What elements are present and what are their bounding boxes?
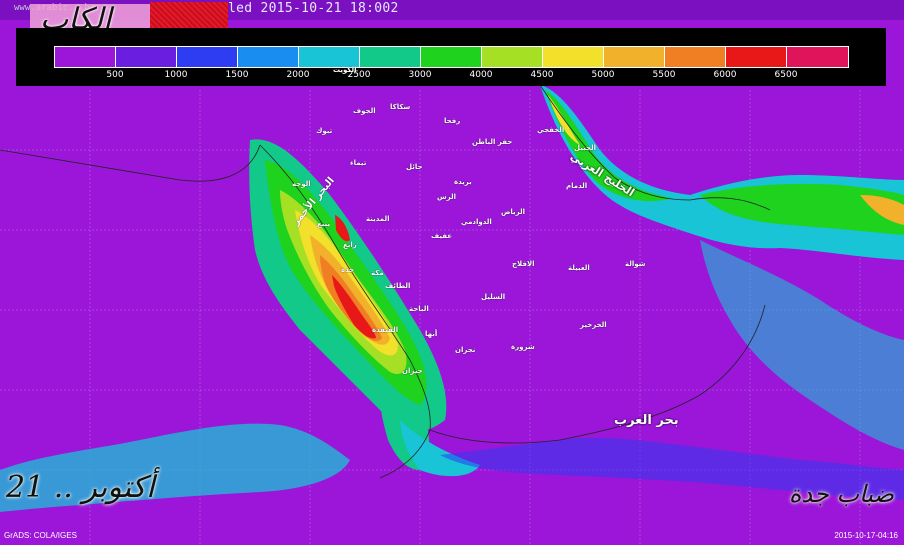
legend-tick-label: 1500 bbox=[225, 70, 249, 80]
legend-tick-label: 5500 bbox=[652, 70, 676, 80]
city-label-arrass: الرس bbox=[437, 193, 457, 201]
legend-tick-label: 500 bbox=[106, 70, 124, 80]
city-label-ubaylah: العبيلة bbox=[568, 264, 590, 272]
legend-color-bar bbox=[54, 46, 849, 68]
city-label-taif: الطائف bbox=[385, 282, 411, 290]
legend-swatch bbox=[787, 47, 848, 67]
legend-tick-label: 5000 bbox=[591, 70, 615, 80]
legend-swatch bbox=[177, 47, 238, 67]
legend-swatch bbox=[299, 47, 360, 67]
city-label-madinah: المدينة bbox=[366, 215, 390, 223]
city-label-rabigh: رابغ bbox=[343, 241, 357, 249]
city-label-najran: نجران bbox=[455, 346, 476, 354]
city-label-hail: حائل bbox=[406, 163, 423, 171]
city-label-yanbu: ينبع bbox=[317, 220, 331, 228]
city-label-sharurah: شرورة bbox=[511, 343, 535, 351]
city-label-riyadh: الرياض bbox=[501, 208, 526, 216]
city-label-makkah: مكة bbox=[371, 269, 384, 277]
city-label-kharkhir: الخرخير bbox=[580, 321, 607, 329]
city-label-rafha: رفحا bbox=[444, 117, 461, 125]
fog-caption: ضباب جدة bbox=[788, 480, 894, 508]
legend-swatch bbox=[482, 47, 543, 67]
city-label-kuwait: الكويت bbox=[333, 66, 357, 74]
city-label-abha: أبها bbox=[425, 330, 438, 338]
city-label-aljouf: الجوف bbox=[353, 107, 376, 115]
city-label-afif: عفيف bbox=[431, 232, 453, 240]
city-label-shawalah: شوالة bbox=[625, 260, 646, 268]
header-title: led 2015-10-21 18:002 bbox=[228, 1, 399, 16]
legend-tick-label: 6000 bbox=[713, 70, 737, 80]
city-label-aflaj: الافلاج bbox=[512, 260, 535, 268]
legend-tick-label: 4000 bbox=[469, 70, 493, 80]
legend-tick-label: 4500 bbox=[530, 70, 554, 80]
city-label-taima: تيماء bbox=[350, 159, 367, 167]
city-label-jeddah: جدة bbox=[341, 266, 355, 274]
city-label-dammam: الدمام bbox=[566, 182, 588, 190]
date-caption: 21 .. أكتوبر bbox=[6, 470, 155, 505]
legend-swatch bbox=[360, 47, 421, 67]
city-label-jizan: جيزان bbox=[402, 367, 423, 375]
city-label-tabuk: تبوك bbox=[316, 127, 333, 135]
legend-tick-label: 2000 bbox=[286, 70, 310, 80]
legend-swatch bbox=[604, 47, 665, 67]
legend-swatch bbox=[55, 47, 116, 67]
city-label-sulayyil: السليل bbox=[481, 293, 506, 301]
legend-swatch bbox=[238, 47, 299, 67]
legend-swatch bbox=[543, 47, 604, 67]
city-label-qunfudah: القنفذة bbox=[372, 326, 399, 334]
legend-swatch bbox=[421, 47, 482, 67]
city-label-khafji: الخفجي bbox=[537, 126, 565, 134]
legend-tick-label: 3000 bbox=[408, 70, 432, 80]
legend-tick-label: 6500 bbox=[774, 70, 798, 80]
legend-tick-label: 1000 bbox=[164, 70, 188, 80]
color-legend: 500 1000 1500 2000 2500 3000 4000 4500 5000 5500 6… bbox=[16, 28, 886, 86]
grads-credit: GrADS: COLA/IGES bbox=[4, 531, 77, 540]
legend-swatch bbox=[726, 47, 787, 67]
city-label-dawadmi: الدوادمي bbox=[461, 218, 492, 226]
city-label-sakaka: سكاكا bbox=[390, 103, 411, 111]
city-label-hafr-albatin: حفر الباطن bbox=[472, 138, 513, 146]
city-label-albaha: الباحة bbox=[409, 305, 429, 313]
arabian-sea-label: بحر العرب bbox=[614, 413, 679, 428]
model-timestamp: 2015-10-17-04:16 bbox=[834, 531, 898, 540]
legend-swatch bbox=[665, 47, 726, 67]
legend-swatch bbox=[116, 47, 177, 67]
city-label-alwajh: الوجه bbox=[292, 180, 311, 188]
map-frame: led 2015-10-21 18:002 www.arabic...her.c… bbox=[0, 0, 904, 545]
city-label-buraidah: بريدة bbox=[454, 178, 472, 186]
